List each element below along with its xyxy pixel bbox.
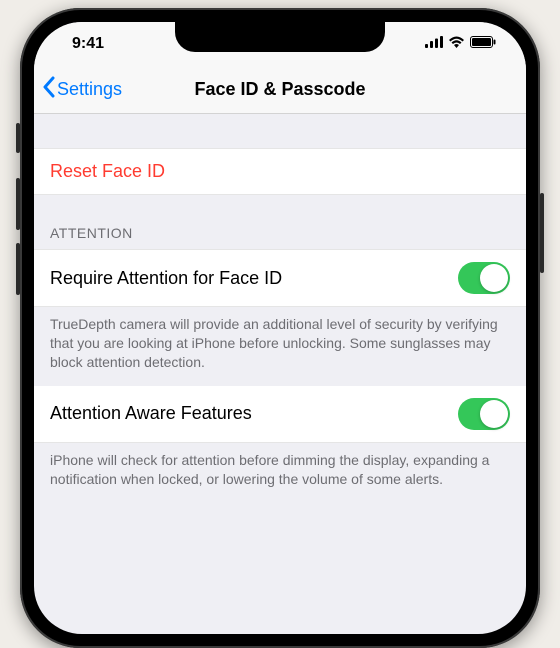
require-attention-footer: TrueDepth camera will provide an additio… (34, 307, 526, 386)
back-label: Settings (57, 79, 122, 100)
status-time: 9:41 (60, 35, 104, 53)
nav-bar: Settings Face ID & Passcode (34, 66, 526, 114)
require-attention-toggle[interactable] (458, 262, 510, 294)
back-button[interactable]: Settings (42, 76, 122, 103)
status-indicators (425, 35, 500, 53)
settings-content: Reset Face ID ATTENTION Require Attentio… (34, 114, 526, 502)
reset-face-id-label: Reset Face ID (50, 161, 165, 182)
spacer (34, 195, 526, 207)
page-title: Face ID & Passcode (194, 79, 365, 100)
mute-switch[interactable] (16, 123, 20, 153)
toggle-knob (480, 400, 508, 428)
volume-down-button[interactable] (16, 243, 20, 295)
battery-icon (470, 35, 496, 53)
spacer (34, 114, 526, 148)
volume-up-button[interactable] (16, 178, 20, 230)
toggle-knob (480, 264, 508, 292)
require-attention-row[interactable]: Require Attention for Face ID (34, 249, 526, 307)
cellular-icon (425, 35, 443, 53)
phone-frame: 9:41 Settings Face ID & Passcod (20, 8, 540, 648)
attention-section-header: ATTENTION (34, 207, 526, 249)
attention-aware-toggle[interactable] (458, 398, 510, 430)
chevron-left-icon (42, 76, 55, 103)
wifi-icon (448, 35, 465, 53)
screen: 9:41 Settings Face ID & Passcod (34, 22, 526, 634)
reset-face-id-row[interactable]: Reset Face ID (34, 148, 526, 195)
require-attention-label: Require Attention for Face ID (50, 268, 282, 289)
power-button[interactable] (540, 193, 544, 273)
attention-aware-label: Attention Aware Features (50, 403, 252, 424)
notch (175, 22, 385, 52)
attention-aware-row[interactable]: Attention Aware Features (34, 386, 526, 443)
attention-aware-footer: iPhone will check for attention before d… (34, 443, 526, 503)
